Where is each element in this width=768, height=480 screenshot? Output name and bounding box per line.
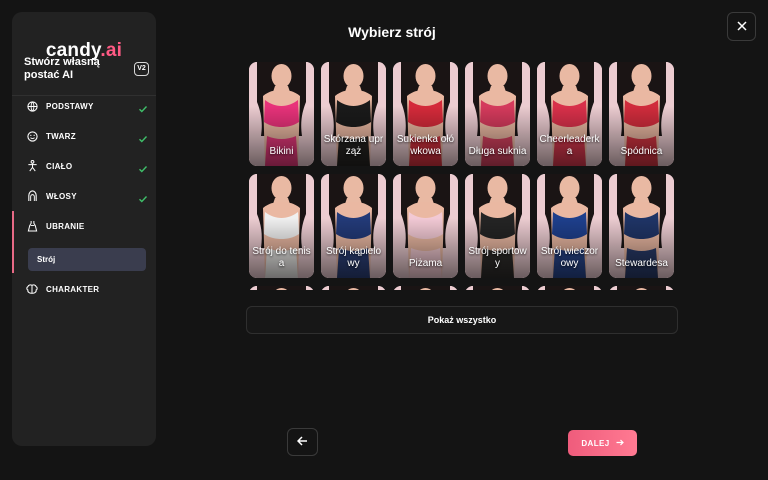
outfit-card[interactable]: Długa suknia	[465, 62, 530, 166]
outfit-card-peek[interactable]	[537, 286, 602, 290]
close-icon	[736, 18, 747, 36]
smile-icon	[26, 130, 38, 142]
globe-icon	[26, 100, 38, 112]
brain-icon	[26, 283, 38, 295]
outfit-card[interactable]: Strój do tenisa	[249, 174, 314, 278]
outfit-card[interactable]: Bikini	[249, 62, 314, 166]
check-icon	[138, 161, 148, 173]
step-podstawy[interactable]: PODSTAWY	[12, 92, 156, 120]
outfit-card-peek[interactable]	[249, 286, 314, 290]
step-ubranie[interactable]: UBRANIE	[12, 212, 156, 240]
step-cialo[interactable]: CIAŁO	[12, 152, 156, 180]
body-icon	[26, 160, 38, 172]
outfit-card[interactable]: Cheerleaderka	[537, 62, 602, 166]
check-icon	[138, 131, 148, 143]
step-label: TWARZ	[46, 131, 76, 141]
show-all-button[interactable]: Pokaż wszystko	[246, 306, 678, 334]
outfit-label: Spódnica	[620, 146, 663, 157]
outfit-image	[249, 286, 314, 290]
step-label: CHARAKTER	[46, 284, 100, 294]
step-label: PODSTAWY	[46, 101, 94, 111]
check-icon	[138, 101, 148, 113]
step-label: UBRANIE	[46, 221, 85, 231]
outfit-card[interactable]: Sukienka ołówkowa	[393, 62, 458, 166]
outfit-label: Strój sportowy	[468, 246, 527, 269]
outfit-card[interactable]: Strój wieczorowy	[537, 174, 602, 278]
outfit-card-peek[interactable]	[393, 286, 458, 290]
create-title: Stwórz własną postać AI	[24, 56, 100, 81]
arrow-right-icon	[616, 439, 624, 448]
outfit-label: Piżama	[408, 258, 443, 269]
outfit-card[interactable]: Piżama	[393, 174, 458, 278]
outfit-label: Strój do tenisa	[252, 246, 311, 269]
outfit-grid: Bikini Skórzana uprząż Sukienka ołówkowa Dł…	[249, 62, 677, 290]
outfit-card[interactable]: Strój kąpielowy	[321, 174, 386, 278]
page-title: Wybierz strój	[348, 24, 436, 40]
next-button[interactable]: DALEJ	[568, 430, 637, 456]
outfit-label: Strój kąpielowy	[325, 246, 382, 269]
outfit-label: Strój wieczorowy	[540, 246, 599, 269]
outfit-image	[537, 286, 602, 290]
outfit-card[interactable]: Strój sportowy	[465, 174, 530, 278]
step-label: CIAŁO	[46, 161, 73, 171]
check-icon	[138, 191, 148, 203]
step-wlosy[interactable]: WŁOSY	[12, 182, 156, 210]
outfit-card-peek[interactable]	[465, 286, 530, 290]
arrow-left-icon	[296, 433, 308, 451]
outfit-image	[465, 286, 530, 290]
back-button[interactable]	[287, 428, 318, 456]
outfit-label: Bikini	[269, 146, 294, 157]
outfit-card[interactable]: Skórzana uprząż	[321, 62, 386, 166]
outfit-card-peek[interactable]	[321, 286, 386, 290]
hair-icon	[26, 190, 38, 202]
step-label: WŁOSY	[46, 191, 77, 201]
version-badge: V2	[134, 62, 149, 76]
close-button[interactable]	[727, 12, 756, 41]
outfit-image	[321, 286, 386, 290]
outfit-image	[393, 286, 458, 290]
outfit-card[interactable]: Spódnica	[609, 62, 674, 166]
outfit-card-peek[interactable]	[609, 286, 674, 290]
dress-icon	[26, 220, 38, 232]
outfit-label: Skórzana uprząż	[323, 134, 384, 157]
outfit-label: Cheerleaderka	[539, 134, 600, 157]
outfit-label: Stewardesa	[615, 258, 668, 269]
outfit-card[interactable]: Stewardesa	[609, 174, 674, 278]
outfit-label: Sukienka ołówkowa	[396, 134, 455, 157]
step-charakter[interactable]: CHARAKTER	[12, 275, 156, 303]
next-label: DALEJ	[581, 438, 610, 448]
outfit-image	[609, 286, 674, 290]
sidebar: candy.ai Stwórz własną postać AI V2 PODS…	[12, 12, 156, 446]
substep-stroj[interactable]: Strój	[28, 248, 146, 271]
step-twarz[interactable]: TWARZ	[12, 122, 156, 150]
outfit-label: Długa suknia	[468, 146, 527, 157]
